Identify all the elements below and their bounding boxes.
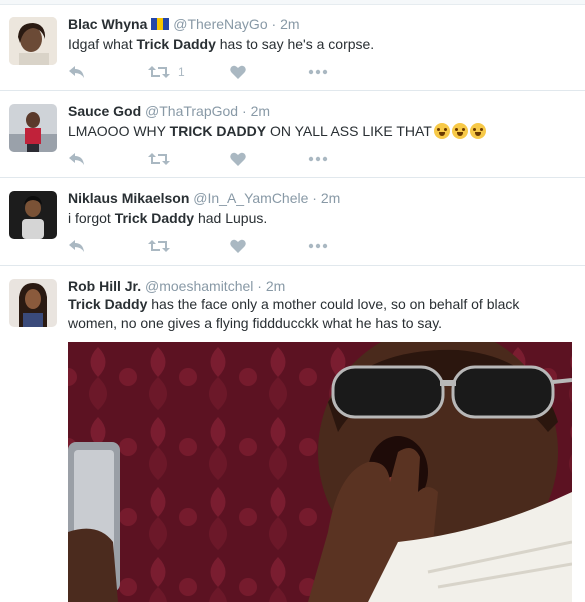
- like-button[interactable]: [230, 149, 246, 169]
- retweet-button[interactable]: [148, 236, 178, 256]
- tweet-header: Niklaus Mikaelson @In_A_YamChele · 2m: [68, 189, 340, 207]
- tweet-header: Rob Hill Jr. @moeshamitchel · 2m: [68, 277, 285, 295]
- reply-button[interactable]: [68, 149, 86, 169]
- tweet-header: Blac Whyna @ThereNayGo · 2m: [68, 15, 300, 33]
- crying-laughing-emoji: [451, 123, 468, 139]
- reply-icon: [69, 153, 84, 165]
- reply-button[interactable]: [68, 62, 86, 82]
- like-button[interactable]: [230, 236, 246, 256]
- tweet-2[interactable]: Sauce God @ThaTrapGod · 2m LMAOOO WHY TR…: [0, 91, 585, 178]
- tweet-text: Trick Daddy has the face only a mother c…: [68, 295, 538, 333]
- more-button[interactable]: [308, 62, 328, 82]
- tweet-3[interactable]: Niklaus Mikaelson @In_A_YamChele · 2m i …: [0, 178, 585, 266]
- avatar-photo: [9, 104, 57, 152]
- text-highlight: TRICK DADDY: [169, 123, 267, 139]
- reply-icon: [69, 66, 84, 78]
- avatar[interactable]: [9, 17, 57, 65]
- avatar-photo: [9, 17, 57, 65]
- like-heart-icon: [230, 65, 246, 79]
- tweet-media-photo[interactable]: [68, 342, 572, 602]
- reply-button[interactable]: [68, 236, 86, 256]
- tweet-text: Idgaf what Trick Daddy has to say he's a…: [68, 35, 548, 54]
- separator-dot: ·: [257, 278, 262, 294]
- display-name[interactable]: Rob Hill Jr.: [68, 278, 141, 294]
- username-handle[interactable]: @moeshamitchel: [145, 278, 253, 294]
- text-highlight: Trick Daddy: [114, 210, 195, 226]
- tweet-1[interactable]: Blac Whyna @ThereNayGo · 2m Idgaf what T…: [0, 4, 585, 91]
- crying-laughing-emoji: [469, 123, 486, 139]
- username-handle[interactable]: @ThereNayGo: [173, 16, 267, 32]
- retweet-icon: [148, 66, 170, 78]
- avatar-photo: [9, 191, 57, 239]
- text-highlight: Trick Daddy: [136, 36, 216, 52]
- tweet-actions: [68, 236, 368, 256]
- timestamp[interactable]: 2m: [251, 103, 270, 119]
- display-name[interactable]: Niklaus Mikaelson: [68, 190, 189, 206]
- retweet-count: 1: [178, 65, 185, 79]
- retweet-icon: [148, 153, 170, 165]
- reply-icon: [69, 240, 84, 252]
- tweet-actions: 1: [68, 62, 368, 82]
- like-heart-icon: [230, 152, 246, 166]
- username-handle[interactable]: @ThaTrapGod: [145, 103, 238, 119]
- retweet-button[interactable]: [148, 149, 178, 169]
- timestamp[interactable]: 2m: [280, 16, 299, 32]
- separator-dot: ·: [271, 16, 277, 32]
- more-button[interactable]: [308, 149, 328, 169]
- username-handle[interactable]: @In_A_YamChele: [193, 190, 308, 206]
- timestamp[interactable]: 2m: [321, 190, 340, 206]
- crying-laughing-emoji: [433, 123, 450, 139]
- display-name[interactable]: Blac Whyna: [68, 16, 147, 32]
- text-highlight: Trick Daddy: [68, 296, 148, 312]
- like-button[interactable]: [230, 62, 246, 82]
- attached-image: [68, 342, 572, 602]
- avatar[interactable]: [9, 104, 57, 152]
- more-button[interactable]: [308, 236, 328, 256]
- text-part: i forgot: [68, 210, 115, 226]
- tweet-header: Sauce God @ThaTrapGod · 2m: [68, 102, 270, 120]
- tweet-text: i forgot Trick Daddy had Lupus.: [68, 209, 548, 228]
- text-part: LMAOOO WHY: [68, 123, 170, 139]
- text-part: ON YALL ASS LIKE THAT: [266, 123, 432, 139]
- display-name[interactable]: Sauce God: [68, 103, 141, 119]
- text-part: has to say he's a corpse.: [215, 36, 375, 52]
- retweet-icon: [148, 240, 170, 252]
- avatar[interactable]: [9, 191, 57, 239]
- avatar-photo: [9, 279, 57, 327]
- more-dots-icon: [308, 156, 328, 162]
- more-dots-icon: [308, 69, 328, 75]
- text-part: Idgaf what: [68, 36, 137, 52]
- separator-dot: ·: [312, 190, 317, 206]
- retweet-button[interactable]: 1: [148, 62, 185, 82]
- tweet-actions: [68, 149, 368, 169]
- separator-dot: ·: [242, 103, 247, 119]
- tweet-text: LMAOOO WHY TRICK DADDY ON YALL ASS LIKE …: [68, 122, 548, 141]
- more-dots-icon: [308, 243, 328, 249]
- text-part: had Lupus.: [194, 210, 268, 226]
- like-heart-icon: [230, 239, 246, 253]
- barbados-flag-emoji: [151, 18, 170, 30]
- avatar[interactable]: [9, 279, 57, 327]
- timestamp[interactable]: 2m: [266, 278, 285, 294]
